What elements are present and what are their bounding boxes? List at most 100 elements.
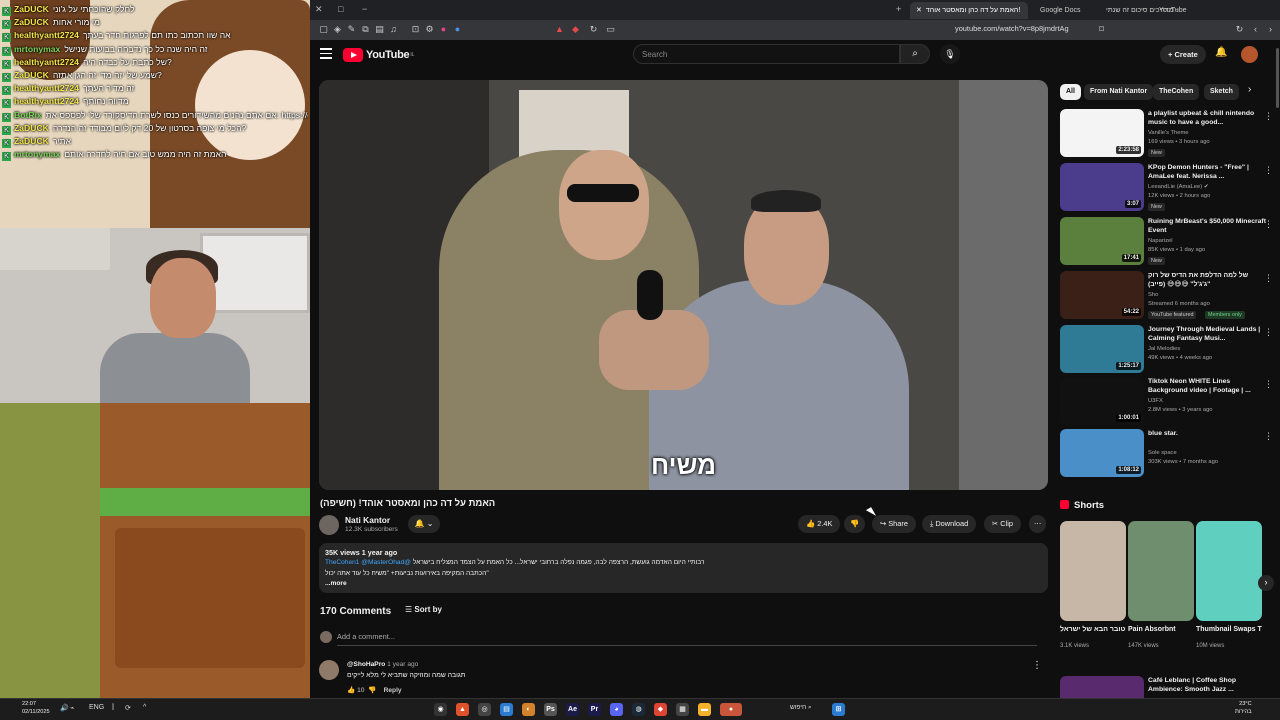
dislike-button[interactable]: 👎	[844, 515, 866, 533]
chat-username[interactable]: mrtonymax	[14, 44, 60, 54]
comment-username[interactable]: @ShoHaPro	[347, 661, 385, 668]
warning-icon[interactable]: ▲	[554, 24, 565, 35]
recommendation-title[interactable]: a playlist upbeat & chill nintendo music…	[1148, 109, 1266, 127]
minimize-icon[interactable]: −	[362, 4, 367, 14]
subscribed-bell-button[interactable]: 🔔 ⌄	[408, 515, 440, 533]
app-files-icon[interactable]: ▬	[698, 703, 711, 716]
chat-username[interactable]: healthyantt2724	[14, 30, 79, 40]
search-input[interactable]: Search	[633, 44, 900, 64]
more-options-icon[interactable]: ⋮	[1264, 165, 1273, 176]
network-icon[interactable]: ⌁	[70, 704, 74, 712]
app-game-icon[interactable]: ●	[720, 703, 742, 716]
app-steam-icon[interactable]: ◍	[632, 703, 645, 716]
recommendation-channel[interactable]: Vanille's Theme	[1148, 130, 1189, 136]
shorts-next-icon[interactable]: ›	[1258, 575, 1274, 591]
recommendation-item[interactable]: 54:22 של למה הדלפת את הדיס של רוק "ג'ג'ל"…	[1060, 271, 1273, 321]
extension-pink-icon[interactable]: ●	[438, 24, 449, 35]
recommendation-title[interactable]: KPop Demon Hunters - "Free" | AmaLee fea…	[1148, 163, 1266, 181]
chip-sketch[interactable]: Sketch	[1204, 84, 1239, 100]
chip-thecohen[interactable]: TheCohen	[1153, 84, 1200, 100]
maximize-icon[interactable]: □	[338, 4, 343, 14]
recommendation-item[interactable]: 1:25:17 Journey Through Medieval Lands | …	[1060, 325, 1273, 375]
puzzle-icon[interactable]: ⚙	[424, 24, 435, 35]
app-notes-icon[interactable]: ▤	[500, 703, 513, 716]
new-tab-icon[interactable]: +	[896, 4, 901, 14]
short-item[interactable]: היוטובר הבא של ישראל...3.1K views	[1060, 521, 1126, 649]
chip-all[interactable]: All	[1060, 84, 1081, 100]
recommendation-item[interactable]: 1:08:12 blue star. Sole space 303K views • …	[1060, 429, 1273, 479]
recommendation-title[interactable]: Journey Through Medieval Lands | Calming…	[1148, 325, 1266, 343]
reload-icon[interactable]: ↻	[1234, 24, 1245, 35]
recommendation-title[interactable]: Café Leblanc | Coffee Shop Ambience: Smo…	[1148, 676, 1266, 694]
recommendation-item[interactable]: 17:41 Ruining MrBeast's $50,000 Minecraft…	[1060, 217, 1273, 267]
tab-youtube[interactable]: YouTube	[1153, 2, 1193, 19]
like-button[interactable]: 👍 2.4K	[798, 515, 841, 533]
recommendation-channel[interactable]: Jal Melodies	[1148, 346, 1180, 352]
recommendation-thumbnail[interactable]: 1:00:01	[1060, 377, 1144, 425]
taskbar-clock[interactable]: 22:07 02/11/2025	[22, 700, 50, 716]
recommendation-thumbnail[interactable]: 1:25:17	[1060, 325, 1144, 373]
short-item[interactable]: Pain Absorbnt 147K views	[1128, 521, 1194, 649]
microphone-icon[interactable]: 🎙	[940, 44, 960, 64]
chat-username[interactable]: ZaDUCK	[14, 123, 49, 133]
hamburger-menu-icon[interactable]	[320, 48, 332, 59]
screenshot-icon[interactable]: ⊡	[410, 24, 421, 35]
description-mentions[interactable]: @TheCohen1 @MasterOhad	[325, 559, 411, 566]
app-obs-icon[interactable]: ◉	[434, 703, 447, 716]
short-thumbnail[interactable]	[1128, 521, 1194, 621]
short-title[interactable]: Pain Absorbnt	[1128, 625, 1194, 643]
comment-dislike-icon[interactable]: 👎	[368, 687, 376, 694]
channel-name[interactable]: Nati Kantor	[345, 515, 390, 525]
music-icon[interactable]: ♫	[388, 24, 399, 35]
app-photoshop-icon[interactable]: Ps	[544, 703, 557, 716]
chat-username[interactable]: healthyantt2724	[14, 96, 79, 106]
add-comment-input[interactable]: Add a comment...	[337, 632, 1037, 646]
comment-reply-button[interactable]: Reply	[384, 687, 402, 694]
panel-icon[interactable]: ▤	[374, 24, 385, 35]
short-title[interactable]: Thumbnail Swaps That...	[1196, 625, 1262, 643]
app-brave-icon[interactable]: ◆	[654, 703, 667, 716]
chat-username[interactable]: healthyantt2724	[14, 57, 79, 67]
more-options-icon[interactable]: ⋮	[1264, 379, 1273, 390]
app-premiere-icon[interactable]: Pr	[588, 703, 601, 716]
recommendation-title[interactable]: Tiktok Neon WHITE Lines Background video…	[1148, 377, 1266, 395]
more-options-icon[interactable]: ⋮	[1264, 219, 1273, 230]
chat-username[interactable]: ZaDUCK	[14, 136, 49, 146]
mic-tray-icon[interactable]: ꟾ	[112, 704, 114, 712]
page-scrollbar[interactable]	[1274, 40, 1280, 698]
sidebar-icon[interactable]: ▢	[318, 24, 329, 35]
recommendation-thumbnail[interactable]: 1:08:12	[1060, 429, 1144, 477]
notifications-bell-icon[interactable]: 🔔	[1215, 47, 1227, 58]
clip-button[interactable]: ✂ Clip	[984, 515, 1021, 533]
short-thumbnail[interactable]	[1196, 521, 1262, 621]
recommendation-thumbnail[interactable]: 3:07	[1060, 163, 1144, 211]
forward-icon[interactable]: ›	[1265, 24, 1276, 35]
chip-from-channel[interactable]: From Nati Kantor	[1084, 84, 1154, 100]
channel-avatar[interactable]	[319, 515, 339, 535]
chat-username[interactable]: BotRix	[14, 110, 42, 120]
recommendation-title[interactable]: Ruining MrBeast's $50,000 Minecraft Even…	[1148, 217, 1266, 235]
pen-icon[interactable]: ✎	[346, 24, 357, 35]
recommendation-channel[interactable]: LeeandLie (AmaLee) ✔	[1148, 184, 1209, 190]
chat-username[interactable]: mrtonymax	[14, 149, 60, 159]
more-options-icon[interactable]: ⋮	[1264, 273, 1273, 284]
account-avatar[interactable]	[1241, 46, 1258, 63]
share-button[interactable]: ↪ Share	[872, 515, 916, 533]
more-actions-icon[interactable]: ⋯	[1029, 515, 1047, 533]
video-player[interactable]: משיח	[319, 80, 1048, 490]
download-button[interactable]: ⤓ Download	[922, 515, 977, 533]
address-bar[interactable]: youtube.com/watch?v=8p8jmdrtAg	[955, 24, 1069, 33]
app-chrome-icon[interactable]: ◎	[478, 703, 491, 716]
recommendation-channel[interactable]: U3FX	[1148, 398, 1163, 404]
recommendation-title[interactable]: של למה הדלפת את הדיס של רוק "ג'ג'ל" 😅😅😅 …	[1148, 271, 1266, 289]
chat-username[interactable]: ZaDUCK	[14, 17, 49, 27]
more-options-icon[interactable]: ⋮	[1264, 111, 1273, 122]
cast-icon[interactable]: ▭	[605, 24, 616, 35]
chat-username[interactable]: ZaDUCK	[14, 70, 49, 80]
sync-icon[interactable]: ⟳	[125, 704, 131, 712]
chat-username[interactable]: healthyantt2724	[14, 83, 79, 93]
tab-video[interactable]: ✕ האמת על דה כהן ומאסטר אוהד!	[910, 2, 1028, 19]
recommendation-item[interactable]: 3:07 KPop Demon Hunters - "Free" | AmaLee…	[1060, 163, 1273, 213]
recommendation-item[interactable]: 2:23:58 a playlist upbeat & chill nintend…	[1060, 109, 1273, 159]
app-red-icon[interactable]: ▲	[456, 703, 469, 716]
